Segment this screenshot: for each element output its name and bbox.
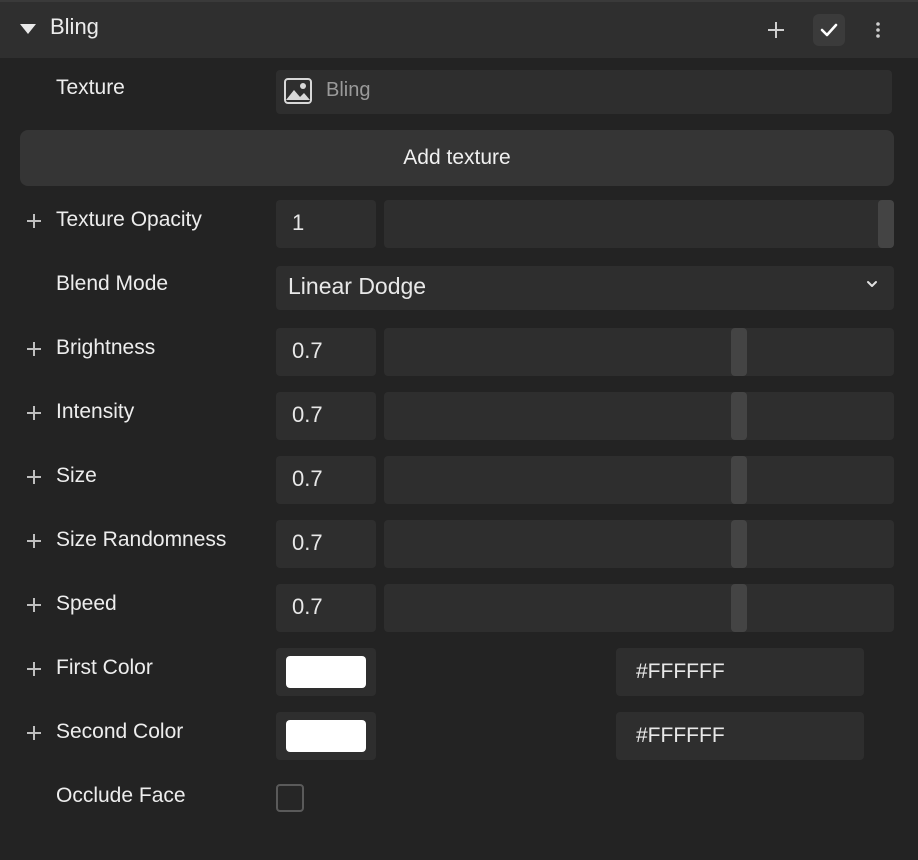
speed-slider[interactable]: [384, 584, 894, 632]
check-icon: [820, 23, 838, 37]
bling-panel: Bling Texture Bling Add texture Texture …: [0, 0, 918, 860]
keyframe-plus-icon[interactable]: [24, 659, 44, 679]
slider-thumb[interactable]: [731, 520, 747, 568]
intensity-input[interactable]: 0.7: [276, 392, 376, 440]
slider-thumb[interactable]: [878, 200, 894, 248]
texture-label: Texture: [56, 76, 125, 99]
brightness-input[interactable]: 0.7: [276, 328, 376, 376]
color-swatch: [286, 720, 366, 752]
size-label: Size: [56, 464, 97, 487]
caret-down-icon[interactable]: [20, 24, 36, 34]
keyframe-plus-icon[interactable]: [24, 339, 44, 359]
add-texture-button[interactable]: Add texture: [20, 130, 894, 186]
second-color-hex-input[interactable]: #FFFFFF: [616, 712, 864, 760]
texture-opacity-slider[interactable]: [384, 200, 894, 248]
keyframe-plus-icon[interactable]: [24, 403, 44, 423]
second-color-label: Second Color: [56, 720, 184, 743]
texture-field[interactable]: Bling: [276, 70, 892, 114]
slider-thumb[interactable]: [731, 584, 747, 632]
speed-input[interactable]: 0.7: [276, 584, 376, 632]
texture-opacity-input[interactable]: 1: [276, 200, 376, 248]
image-icon: [284, 78, 312, 104]
intensity-slider[interactable]: [384, 392, 894, 440]
keyframe-plus-icon[interactable]: [24, 211, 44, 231]
first-color-label: First Color: [56, 656, 153, 679]
speed-label: Speed: [56, 592, 117, 615]
brightness-slider[interactable]: [384, 328, 894, 376]
plus-icon: [768, 22, 784, 38]
occlude-face-label: Occlude Face: [56, 784, 186, 807]
first-color-swatch[interactable]: [276, 648, 376, 696]
texture-opacity-label: Texture Opacity: [56, 208, 202, 231]
size-input[interactable]: 0.7: [276, 456, 376, 504]
add-button[interactable]: [760, 14, 792, 46]
blend-mode-label: Blend Mode: [56, 272, 169, 295]
blend-mode-select[interactable]: Linear Dodge: [276, 266, 894, 310]
blend-mode-value: Linear Dodge: [288, 273, 427, 299]
size-randomness-slider[interactable]: [384, 520, 894, 568]
keyframe-plus-icon[interactable]: [24, 595, 44, 615]
more-vertical-icon: [876, 22, 880, 38]
brightness-label: Brightness: [56, 336, 156, 359]
color-swatch: [286, 656, 366, 688]
enable-toggle-button[interactable]: [813, 14, 845, 46]
keyframe-plus-icon[interactable]: [24, 723, 44, 743]
first-color-hex-input[interactable]: #FFFFFF: [616, 648, 864, 696]
chevron-down-icon: [867, 281, 877, 287]
size-randomness-input[interactable]: 0.7: [276, 520, 376, 568]
keyframe-plus-icon[interactable]: [24, 531, 44, 551]
keyframe-plus-icon[interactable]: [24, 467, 44, 487]
panel-title: Bling: [50, 14, 99, 39]
slider-thumb[interactable]: [731, 328, 747, 376]
slider-thumb[interactable]: [731, 392, 747, 440]
second-color-swatch[interactable]: [276, 712, 376, 760]
size-randomness-label: Size Randomness: [56, 528, 227, 551]
more-options-button[interactable]: [862, 14, 894, 46]
texture-value: Bling: [326, 79, 371, 101]
slider-thumb[interactable]: [731, 456, 747, 504]
panel-header[interactable]: Bling: [0, 2, 918, 58]
intensity-label: Intensity: [56, 400, 135, 423]
size-slider[interactable]: [384, 456, 894, 504]
occlude-face-checkbox[interactable]: [276, 784, 304, 812]
